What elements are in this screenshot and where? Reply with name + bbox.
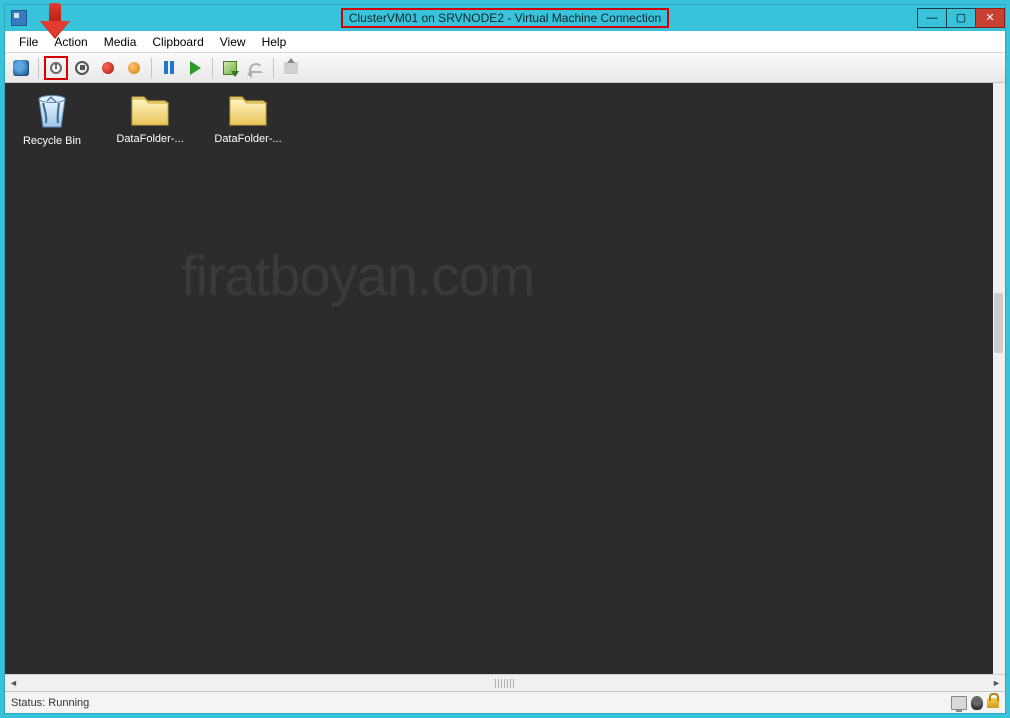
recycle-bin-icon xyxy=(31,89,73,131)
integration-status-icon xyxy=(971,696,983,710)
watermark-text: firatboyan.com xyxy=(181,243,534,308)
guest-desktop[interactable]: Recycle Bin DataFolder-... xyxy=(5,83,995,674)
app-icon xyxy=(11,10,27,26)
revert-button[interactable] xyxy=(244,56,268,80)
save-icon xyxy=(128,62,140,74)
status-bar: Status: Running xyxy=(5,691,1005,713)
toolbar-separator xyxy=(212,58,213,78)
toolbar-separator xyxy=(151,58,152,78)
ctrl-alt-del-button[interactable] xyxy=(9,56,33,80)
revert-icon xyxy=(249,63,263,73)
pause-button[interactable] xyxy=(157,56,181,80)
desktop-icon-label: DataFolder-... xyxy=(113,133,187,145)
checkpoint-button[interactable] xyxy=(218,56,242,80)
enhanced-session-icon xyxy=(284,62,298,74)
maximize-glyph: ▢ xyxy=(956,13,966,24)
desktop-icon-folder-1[interactable]: DataFolder-... xyxy=(113,89,187,147)
checkpoint-icon xyxy=(223,61,237,75)
folder-icon xyxy=(227,89,269,129)
desktop-icon-label: Recycle Bin xyxy=(15,135,89,147)
status-text: Status: Running xyxy=(11,697,89,709)
toolbar-separator xyxy=(38,58,39,78)
turn-off-button[interactable] xyxy=(70,56,94,80)
toolbar xyxy=(5,53,1005,83)
reset-button[interactable] xyxy=(183,56,207,80)
scroll-grip xyxy=(495,679,515,688)
enhanced-session-button[interactable] xyxy=(279,56,303,80)
shutdown-icon xyxy=(102,62,114,74)
start-button[interactable] xyxy=(44,56,68,80)
title-bar: ClusterVM01 on SRVNODE2 - Virtual Machin… xyxy=(5,5,1005,31)
pause-icon xyxy=(164,61,174,74)
desktop-icon-folder-2[interactable]: DataFolder-... xyxy=(211,89,285,147)
vm-display-area[interactable]: Recycle Bin DataFolder-... xyxy=(5,83,1005,674)
maximize-button[interactable]: ▢ xyxy=(946,8,976,28)
menu-action[interactable]: Action xyxy=(46,33,95,51)
close-glyph: ✕ xyxy=(985,13,994,24)
power-icon xyxy=(50,62,62,74)
minimize-button[interactable]: — xyxy=(917,8,947,28)
horizontal-scrollbar[interactable]: ◄ ► xyxy=(5,674,1005,691)
scroll-right-button[interactable]: ► xyxy=(988,676,1005,691)
folder-icon xyxy=(129,89,171,129)
desktop-icon-recycle-bin[interactable]: Recycle Bin xyxy=(15,89,89,147)
shutdown-button[interactable] xyxy=(96,56,120,80)
minimize-glyph: — xyxy=(927,13,938,24)
menu-bar: File Action Media Clipboard View Help xyxy=(5,31,1005,53)
vertical-scrollbar[interactable] xyxy=(993,83,1005,674)
display-status-icon xyxy=(951,696,967,710)
toolbar-separator xyxy=(273,58,274,78)
scroll-thumb[interactable] xyxy=(994,293,1003,353)
close-button[interactable]: ✕ xyxy=(975,8,1005,28)
scroll-track[interactable] xyxy=(993,83,1005,674)
ctrl-alt-del-icon xyxy=(13,60,29,76)
vm-connection-window: ClusterVM01 on SRVNODE2 - Virtual Machin… xyxy=(4,4,1006,714)
menu-clipboard[interactable]: Clipboard xyxy=(144,33,211,51)
menu-help[interactable]: Help xyxy=(254,33,295,51)
play-icon xyxy=(190,61,201,75)
scroll-thumb[interactable] xyxy=(22,676,988,691)
turn-off-icon xyxy=(75,61,89,75)
status-icons xyxy=(951,696,999,710)
title-highlight: ClusterVM01 on SRVNODE2 - Virtual Machin… xyxy=(341,8,669,28)
menu-view[interactable]: View xyxy=(212,33,254,51)
window-title: ClusterVM01 on SRVNODE2 - Virtual Machin… xyxy=(5,8,1005,28)
scroll-left-button[interactable]: ◄ xyxy=(5,676,22,691)
desktop-icon-label: DataFolder-... xyxy=(211,133,285,145)
desktop-icons: Recycle Bin DataFolder-... xyxy=(15,89,285,147)
save-button[interactable] xyxy=(122,56,146,80)
lock-status-icon xyxy=(987,698,999,708)
menu-file[interactable]: File xyxy=(11,33,46,51)
menu-media[interactable]: Media xyxy=(96,33,145,51)
scroll-track[interactable] xyxy=(22,676,988,691)
